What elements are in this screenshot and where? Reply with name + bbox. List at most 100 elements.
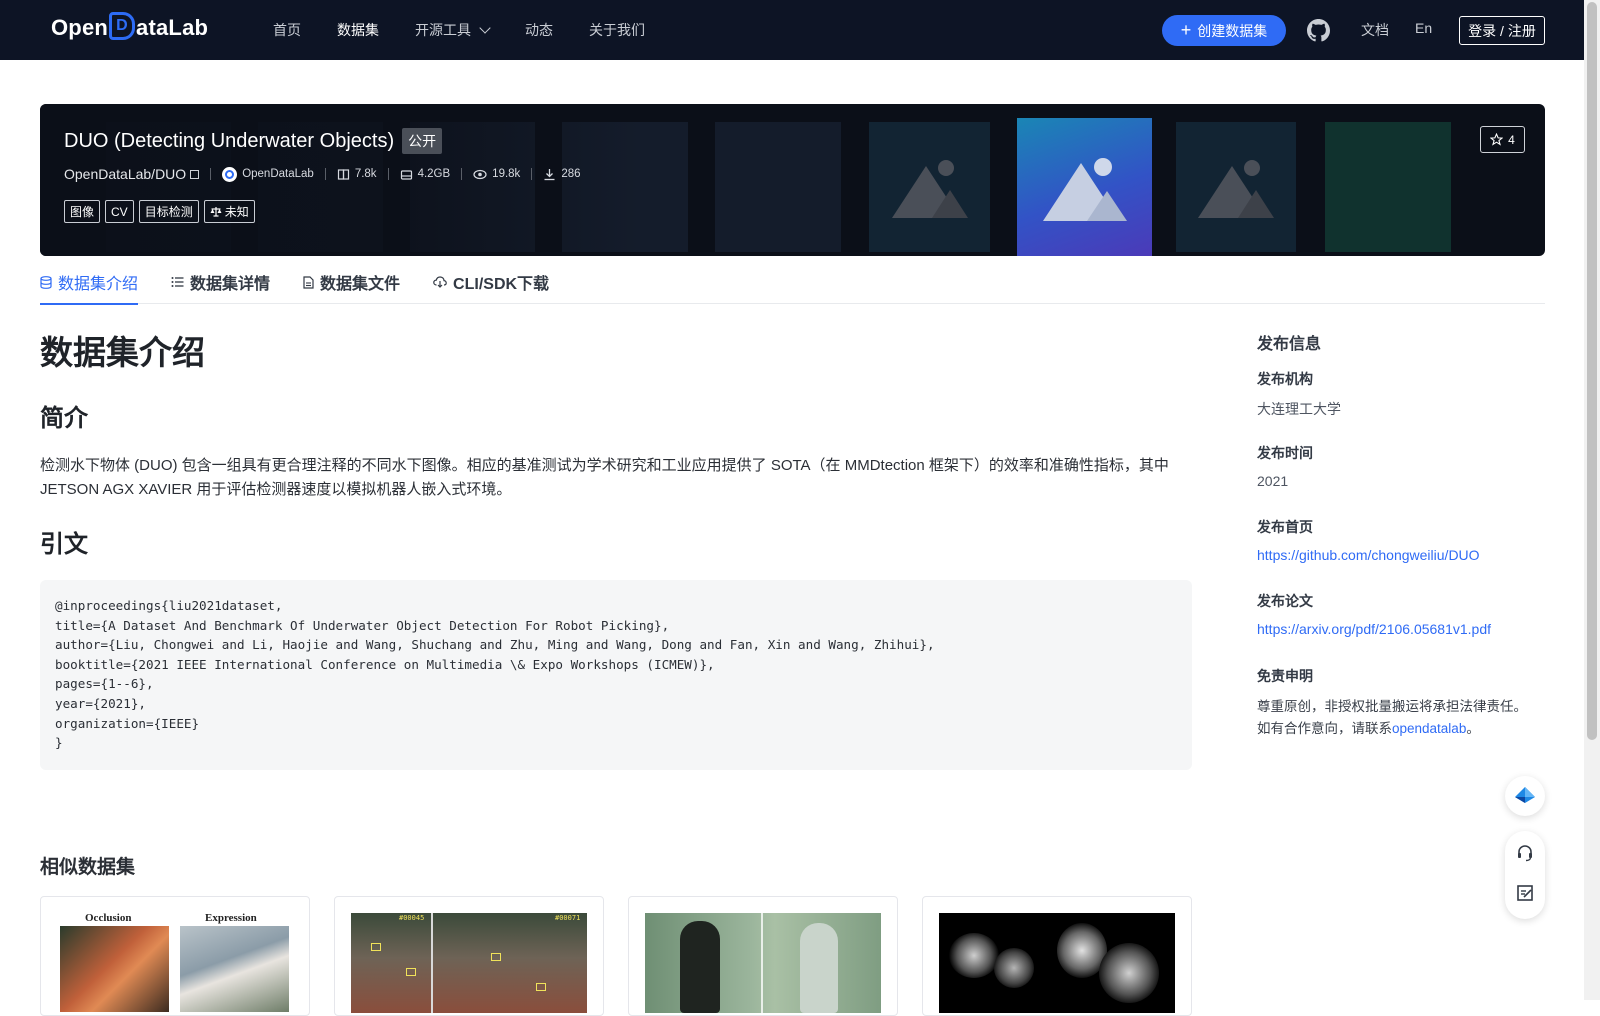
image-placeholder-icon (1042, 158, 1127, 221)
star-count: 4 (1508, 132, 1515, 147)
tag-image[interactable]: 图像 (64, 200, 101, 223)
language-toggle[interactable]: En (1415, 20, 1432, 36)
create-dataset-button[interactable]: + 创建数据集 (1162, 15, 1286, 46)
tab-details-label: 数据集详情 (190, 276, 271, 293)
preview-thumbnail[interactable] (715, 122, 841, 252)
float-action-group (1505, 831, 1545, 919)
paper-link[interactable]: https://arxiv.org/pdf/2106.05681v1.pdf (1257, 621, 1491, 637)
publish-time-value: 2021 (1257, 473, 1289, 489)
tab-details[interactable]: 数据集详情 (171, 260, 270, 304)
disclaimer-label: 免责申明 (1257, 668, 1313, 684)
citation-code-block: @inproceedings{liu2021dataset, title={A … (40, 580, 1192, 770)
homepage-link[interactable]: https://github.com/chongweiliu/DUO (1257, 547, 1480, 563)
tag-object-detection[interactable]: 目标检测 (138, 200, 199, 223)
dataset-cover-image: Occlusion Expression (57, 913, 293, 1013)
nav-about[interactable]: 关于我们 (589, 20, 645, 40)
create-dataset-label: 创建数据集 (1197, 22, 1268, 39)
tab-cli-sdk-label: CLI/SDK下载 (453, 276, 550, 293)
similar-dataset-card[interactable]: Occlusion Expression (40, 896, 310, 1016)
tab-files-label: 数据集文件 (320, 276, 401, 293)
views-stat: 19.8k (473, 168, 520, 181)
divider (210, 168, 212, 180)
cover-caption: #00045 (399, 914, 425, 922)
page-title: 数据集介绍 (40, 334, 205, 371)
copy-icon[interactable] (190, 169, 200, 179)
publish-time-label: 发布时间 (1257, 445, 1313, 461)
divider (387, 168, 389, 180)
page-scrollbar[interactable] (1584, 0, 1600, 1000)
file-icon (303, 275, 314, 289)
dataset-meta-row: OpenDataLab/DUO OpenDataLab 7.8k 4.2GB 1… (64, 166, 581, 182)
org-link[interactable]: OpenDataLab (222, 166, 314, 182)
cover-caption: Expression (205, 913, 257, 924)
dataset-hero-banner: DUO (Detecting Underwater Objects) 公开 Op… (40, 104, 1545, 256)
chevron-down-icon (479, 22, 491, 34)
nav-news[interactable]: 动态 (525, 20, 553, 40)
tag-cv[interactable]: CV (105, 200, 134, 223)
cloud-download-icon (433, 276, 447, 288)
tab-introduction-label: 数据集介绍 (58, 276, 139, 293)
release-info-title: 发布信息 (1257, 336, 1322, 353)
star-button[interactable]: 4 (1480, 126, 1525, 153)
file-stack-icon (337, 168, 349, 180)
size-value: 4.2GB (417, 168, 451, 180)
views-value: 19.8k (492, 168, 521, 180)
file-count-value: 7.8k (354, 168, 377, 180)
nav-opensource-tools-label: 开源工具 (415, 22, 471, 38)
file-count-stat: 7.8k (337, 168, 377, 181)
size-stat: 4.2GB (400, 168, 451, 181)
opendatalab-logo[interactable]: Open D ataLab (51, 12, 209, 42)
logo-text-pre: Open (51, 15, 109, 40)
logo-text-post: ataLab (136, 15, 209, 40)
database-icon (40, 275, 52, 289)
eye-icon (473, 169, 487, 179)
dataset-tabs: 数据集介绍 数据集详情 数据集文件 CLI/SDK下载 (40, 260, 1545, 305)
tab-files[interactable]: 数据集文件 (303, 260, 400, 304)
preview-thumbnail[interactable] (1325, 122, 1451, 252)
login-register-button[interactable]: 登录 / 注册 (1459, 16, 1545, 45)
headset-icon[interactable] (1515, 843, 1535, 868)
dataset-tags: 图像 CV 目标检测 未知 (64, 200, 255, 223)
homepage-label: 发布首页 (1257, 519, 1313, 535)
disclaimer-contact-prefix: 如有合作意向，请联系 (1257, 721, 1392, 736)
image-placeholder-icon (1198, 160, 1274, 218)
divider (324, 168, 326, 180)
main-content: 数据集介绍 简介 检测水下物体 (DUO) 包含一组具有更合理注释的不同水下图像… (40, 326, 1192, 1016)
nav-links: 首页 数据集 开源工具 动态 关于我们 (273, 0, 681, 60)
preview-thumbnail[interactable] (1176, 122, 1296, 252)
tab-introduction[interactable]: 数据集介绍 (40, 260, 139, 305)
disclaimer-line: 如有合作意向，请联系opendatalab。 (1257, 718, 1527, 740)
disk-icon (400, 169, 412, 180)
dataset-cover-image (939, 913, 1175, 1013)
tag-license-label: 未知 (224, 205, 249, 219)
preview-thumbnail-active[interactable] (1017, 118, 1152, 256)
contact-link[interactable]: opendatalab (1392, 721, 1466, 736)
star-icon (1490, 133, 1504, 146)
intro-paragraph: 检测水下物体 (DUO) 包含一组具有更合理注释的不同水下图像。相应的基准测试为… (40, 457, 1169, 498)
similar-datasets-heading: 相似数据集 (40, 857, 136, 878)
preview-thumbnail[interactable] (869, 122, 990, 252)
release-info-panel: 发布信息 发布机构 大连理工大学 发布时间 2021 发布首页 https://… (1257, 330, 1547, 736)
nav-home[interactable]: 首页 (273, 20, 301, 40)
image-placeholder-icon (891, 160, 968, 218)
disclaimer-end: 。 (1466, 721, 1480, 736)
paper-label: 发布论文 (1257, 593, 1313, 609)
repo-path: OpenDataLab/DUO (64, 166, 187, 182)
similar-dataset-card[interactable] (628, 896, 898, 1016)
dataset-title-row: DUO (Detecting Underwater Objects) 公开 (64, 128, 443, 154)
similar-dataset-card[interactable] (922, 896, 1192, 1016)
tab-cli-sdk[interactable]: CLI/SDK下载 (433, 260, 549, 304)
visibility-badge: 公开 (402, 128, 443, 154)
nav-docs[interactable]: 文档 (1361, 20, 1389, 40)
github-icon[interactable] (1307, 19, 1330, 42)
dataset-cover-image (645, 913, 881, 1013)
dataset-cover-image: #00045 #00071 (351, 913, 587, 1013)
nav-datasets[interactable]: 数据集 (337, 20, 379, 40)
float-assistant-button[interactable] (1505, 776, 1545, 816)
similar-dataset-card[interactable]: #00045 #00071 (334, 896, 604, 1016)
scrollbar-thumb[interactable] (1587, 2, 1597, 740)
edit-note-icon[interactable] (1515, 883, 1535, 908)
tag-license[interactable]: 未知 (203, 200, 255, 223)
disclaimer-text: 尊重原创，非授权批量搬运将承担法律责任。 如有合作意向，请联系opendatal… (1257, 696, 1527, 740)
nav-opensource-tools[interactable]: 开源工具 (415, 20, 491, 40)
